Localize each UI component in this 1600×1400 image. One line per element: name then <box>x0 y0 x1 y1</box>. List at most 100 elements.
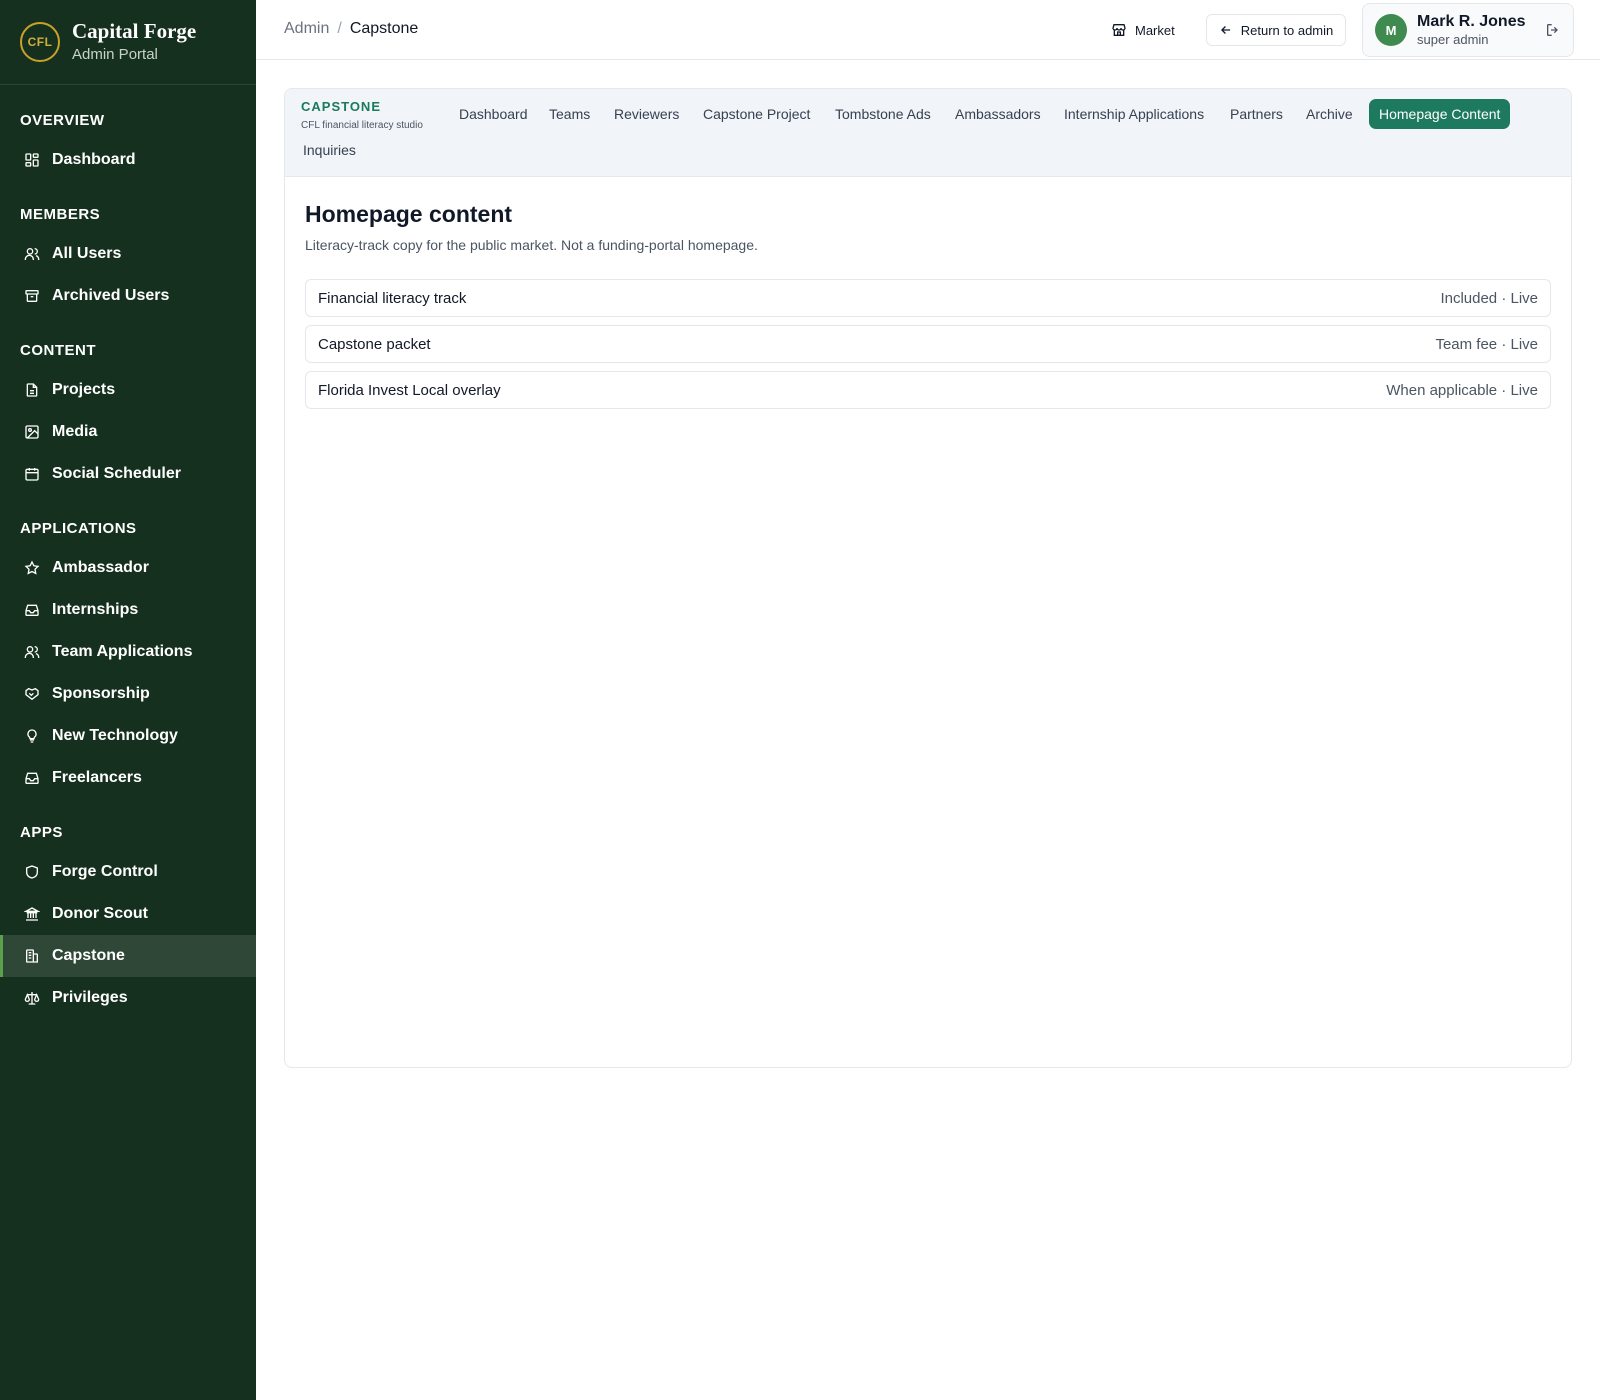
store-icon <box>1112 24 1126 36</box>
list-item-name: Capstone packet <box>318 335 431 353</box>
sidebar-item-label: New Technology <box>52 727 178 744</box>
nav-section-content: CONTENT Projects Media Social Scheduler <box>0 341 256 495</box>
sidebar-item-internships[interactable]: Internships <box>0 589 256 631</box>
sidebar-item-label: Media <box>52 423 98 440</box>
avatar: M <box>1375 14 1407 46</box>
sidebar-item-label: Privileges <box>52 989 128 1006</box>
arrow-left-icon <box>1220 26 1230 34</box>
sidebar-item-freelancers[interactable]: Freelancers <box>0 757 256 799</box>
list-item-status: When applicable · Live <box>1386 381 1538 399</box>
tab-inquiries[interactable]: Inquiries <box>293 135 366 165</box>
sidebar-item-label: Capstone <box>52 947 125 964</box>
nav-section-members: MEMBERS All Users Archived Users <box>0 205 256 317</box>
homepage-content-section: Homepage content Literacy-track copy for… <box>285 177 1571 439</box>
inbox-icon <box>24 602 40 618</box>
sidebar-item-label: Ambassador <box>52 559 149 576</box>
users-icon <box>24 246 40 262</box>
sidebar-item-capstone[interactable]: Capstone <box>0 935 256 977</box>
brand-subtitle: Admin Portal <box>72 46 158 63</box>
sidebar-item-label: Forge Control <box>52 863 158 880</box>
sidebar-item-label: Sponsorship <box>52 685 150 702</box>
sidebar-item-projects[interactable]: Projects <box>0 369 256 411</box>
sidebar-item-all-users[interactable]: All Users <box>0 233 256 275</box>
nav-section-overview: OVERVIEW Dashboard <box>0 111 256 181</box>
sidebar-item-label: Internships <box>52 601 139 618</box>
sidebar-item-label: Projects <box>52 381 116 398</box>
capstone-title: CAPSTONE <box>301 99 381 114</box>
sidebar-item-label: Freelancers <box>52 769 142 786</box>
list-item[interactable]: Financial literacy track Included · Live <box>305 279 1551 317</box>
tab-homepage-content[interactable]: Homepage Content <box>1369 99 1511 129</box>
list-item[interactable]: Florida Invest Local overlay When applic… <box>305 371 1551 409</box>
building-icon <box>24 948 40 964</box>
breadcrumb: Admin / Capstone <box>284 19 418 39</box>
market-label: Market <box>1135 22 1175 38</box>
nav-header: APPS <box>20 824 63 841</box>
shield-icon <box>24 864 40 880</box>
sidebar: CFL Capital Forge Admin Portal OVERVIEW … <box>0 0 256 1400</box>
user-name: Mark R. Jones <box>1417 13 1526 30</box>
capstone-panel: CAPSTONE CFL financial literacy studio D… <box>284 88 1572 1068</box>
list-item-name: Financial literacy track <box>318 289 467 307</box>
users-icon <box>24 644 40 660</box>
bank-icon <box>24 906 40 922</box>
list-item-status: Team fee · Live <box>1435 335 1538 353</box>
sidebar-item-dashboard[interactable]: Dashboard <box>0 139 256 181</box>
archive-icon <box>24 288 40 304</box>
document-icon <box>24 382 40 398</box>
tab-ambassadors[interactable]: Ambassadors <box>945 99 1051 129</box>
sidebar-item-media[interactable]: Media <box>0 411 256 453</box>
sidebar-item-archived-users[interactable]: Archived Users <box>0 275 256 317</box>
handshake-icon <box>24 686 40 702</box>
tab-tombstone-ads[interactable]: Tombstone Ads <box>825 99 941 129</box>
lightbulb-icon <box>24 728 40 744</box>
user-menu[interactable]: M Mark R. Jones super admin <box>1362 3 1574 57</box>
brand: CFL Capital Forge Admin Portal <box>0 0 256 85</box>
dashboard-icon <box>24 152 40 168</box>
tab-teams[interactable]: Teams <box>539 99 600 129</box>
tab-capstone-project[interactable]: Capstone Project <box>693 99 820 129</box>
sidebar-item-forge-control[interactable]: Forge Control <box>0 851 256 893</box>
nav-header: OVERVIEW <box>20 112 105 129</box>
nav-section-apps: APPS Forge Control Donor Scout Capstone … <box>0 823 256 1019</box>
list-item-name: Florida Invest Local overlay <box>318 381 501 399</box>
sidebar-item-team-applications[interactable]: Team Applications <box>0 631 256 673</box>
return-to-admin-button[interactable]: Return to admin <box>1206 14 1346 46</box>
tab-reviewers[interactable]: Reviewers <box>604 99 689 129</box>
sidebar-item-social-scheduler[interactable]: Social Scheduler <box>0 453 256 495</box>
sidebar-item-new-technology[interactable]: New Technology <box>0 715 256 757</box>
capstone-subtitle: CFL financial literacy studio <box>301 120 423 131</box>
brand-title: Capital Forge <box>72 19 197 43</box>
sidebar-item-donor-scout[interactable]: Donor Scout <box>0 893 256 935</box>
calendar-icon <box>24 466 40 482</box>
breadcrumb-current: Capstone <box>349 20 419 37</box>
sidebar-item-label: Donor Scout <box>52 905 148 922</box>
sidebar-item-label: All Users <box>52 245 122 262</box>
image-icon <box>24 424 40 440</box>
sidebar-item-ambassador[interactable]: Ambassador <box>0 547 256 589</box>
topbar: Admin / Capstone Market Return to admin … <box>256 0 1600 60</box>
logout-icon[interactable] <box>1545 22 1561 38</box>
tab-archive[interactable]: Archive <box>1296 99 1363 129</box>
sidebar-item-sponsorship[interactable]: Sponsorship <box>0 673 256 715</box>
breadcrumb-admin-link[interactable]: Admin <box>284 19 329 39</box>
scale-icon <box>24 990 40 1006</box>
breadcrumb-separator: / <box>337 20 342 37</box>
market-button[interactable]: Market <box>1111 18 1175 42</box>
sidebar-item-label: Archived Users <box>52 287 170 304</box>
tab-internship-applications[interactable]: Internship Applications <box>1054 99 1214 129</box>
sidebar-item-label: Dashboard <box>52 151 136 168</box>
return-label: Return to admin <box>1240 22 1334 38</box>
nav-section-applications: APPLICATIONS Ambassador Internships Team… <box>0 519 256 799</box>
list-item-status: Included · Live <box>1440 289 1538 307</box>
nav-header: APPLICATIONS <box>20 520 137 537</box>
capstone-subnav: CAPSTONE CFL financial literacy studio D… <box>285 89 1571 177</box>
sidebar-item-privileges[interactable]: Privileges <box>0 977 256 1019</box>
tab-partners[interactable]: Partners <box>1220 99 1293 129</box>
brand-logo: CFL <box>20 22 60 62</box>
tab-dashboard[interactable]: Dashboard <box>449 99 538 129</box>
star-icon <box>24 560 40 576</box>
page-description: Literacy-track copy for the public marke… <box>305 237 758 253</box>
capstone-brand: CAPSTONE CFL financial literacy studio <box>301 99 423 133</box>
list-item[interactable]: Capstone packet Team fee · Live <box>305 325 1551 363</box>
